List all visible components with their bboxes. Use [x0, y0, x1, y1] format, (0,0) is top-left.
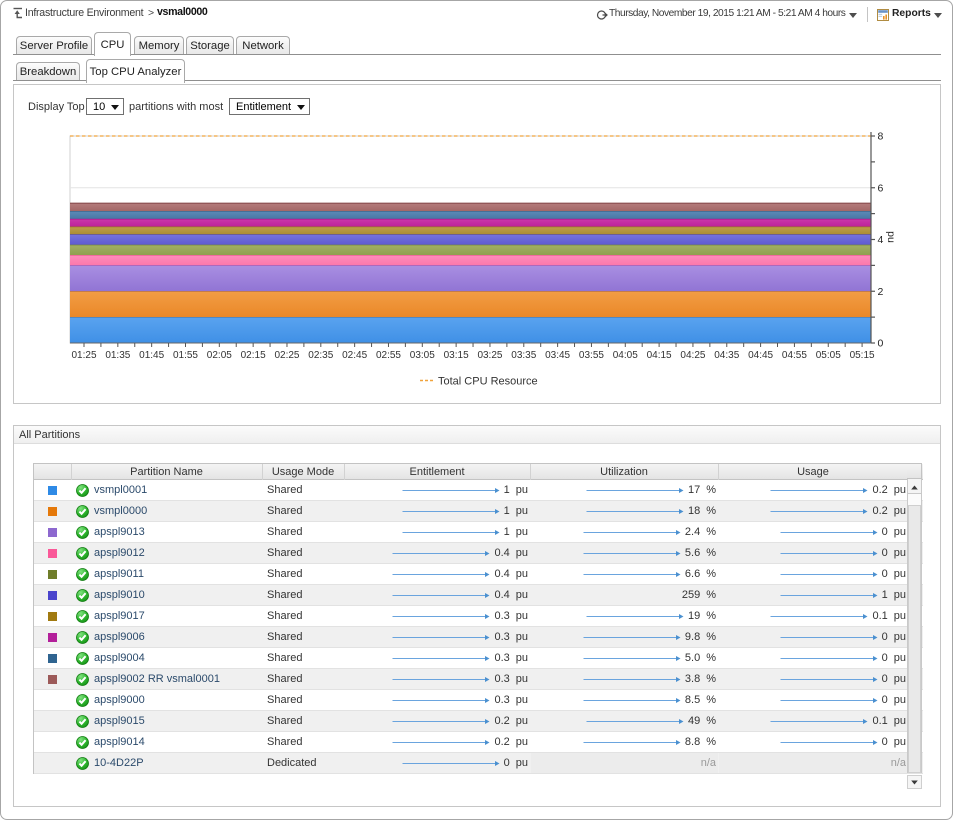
svg-text:04:15: 04:15	[647, 350, 672, 361]
svg-text:02:55: 02:55	[376, 350, 401, 361]
svg-text:04:55: 04:55	[782, 350, 807, 361]
svg-text:pu: pu	[885, 231, 897, 243]
svg-text:03:25: 03:25	[477, 350, 502, 361]
svg-text:03:05: 03:05	[410, 350, 435, 361]
svg-text:04:45: 04:45	[748, 350, 773, 361]
svg-text:04:35: 04:35	[714, 350, 739, 361]
svg-text:02:45: 02:45	[342, 350, 367, 361]
svg-text:02:35: 02:35	[308, 350, 333, 361]
svg-text:03:15: 03:15	[444, 350, 469, 361]
svg-text:6: 6	[878, 182, 884, 194]
svg-text:Total CPU Resource: Total CPU Resource	[438, 376, 538, 388]
svg-text:03:45: 03:45	[545, 350, 570, 361]
svg-text:01:55: 01:55	[173, 350, 198, 361]
svg-text:03:35: 03:35	[511, 350, 536, 361]
svg-text:8: 8	[878, 131, 884, 143]
svg-text:0: 0	[878, 338, 884, 350]
svg-text:05:15: 05:15	[850, 350, 875, 361]
svg-text:01:25: 01:25	[71, 350, 96, 361]
svg-text:04:25: 04:25	[680, 350, 705, 361]
svg-text:05:05: 05:05	[816, 350, 841, 361]
svg-text:02:25: 02:25	[274, 350, 299, 361]
svg-text:02:05: 02:05	[207, 350, 232, 361]
svg-text:01:45: 01:45	[139, 350, 164, 361]
svg-text:01:35: 01:35	[105, 350, 130, 361]
svg-text:04:05: 04:05	[613, 350, 638, 361]
svg-text:2: 2	[878, 286, 884, 298]
svg-text:03:55: 03:55	[579, 350, 604, 361]
svg-text:4: 4	[878, 234, 884, 246]
svg-text:02:15: 02:15	[241, 350, 266, 361]
